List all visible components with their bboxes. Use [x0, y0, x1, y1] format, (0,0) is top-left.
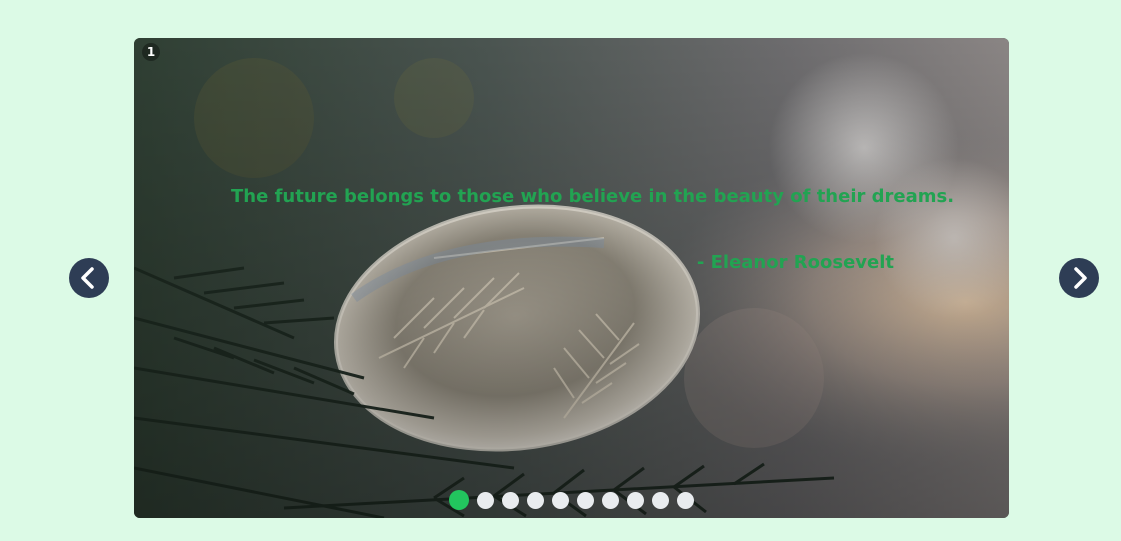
pagination-dot-10[interactable]	[677, 491, 694, 509]
slide: 1 The future belongs to those who believ…	[134, 38, 1009, 518]
chevron-left-icon	[81, 267, 94, 289]
pagination-dots	[134, 490, 1009, 510]
pagination-dot-7[interactable]	[602, 491, 619, 509]
pagination-dot-6[interactable]	[577, 491, 594, 509]
pagination-dot-3[interactable]	[502, 491, 519, 509]
prev-slide-button[interactable]	[69, 258, 109, 298]
pagination-dot-5[interactable]	[552, 491, 569, 509]
quote-author: - Eleanor Roosevelt	[696, 252, 894, 273]
next-slide-button[interactable]	[1059, 258, 1099, 298]
pagination-dot-4[interactable]	[527, 491, 544, 509]
pagination-dot-2[interactable]	[477, 491, 494, 509]
chevron-right-icon	[1074, 267, 1087, 289]
pagination-dot-9[interactable]	[652, 491, 669, 509]
pagination-dot-8[interactable]	[627, 491, 644, 509]
carousel: 1 The future belongs to those who believ…	[0, 0, 1121, 541]
slide-number: 1	[142, 43, 160, 61]
pagination-dot-1[interactable]	[449, 490, 469, 510]
quote-text: The future belongs to those who believe …	[231, 186, 955, 207]
slide-image	[134, 38, 1009, 518]
